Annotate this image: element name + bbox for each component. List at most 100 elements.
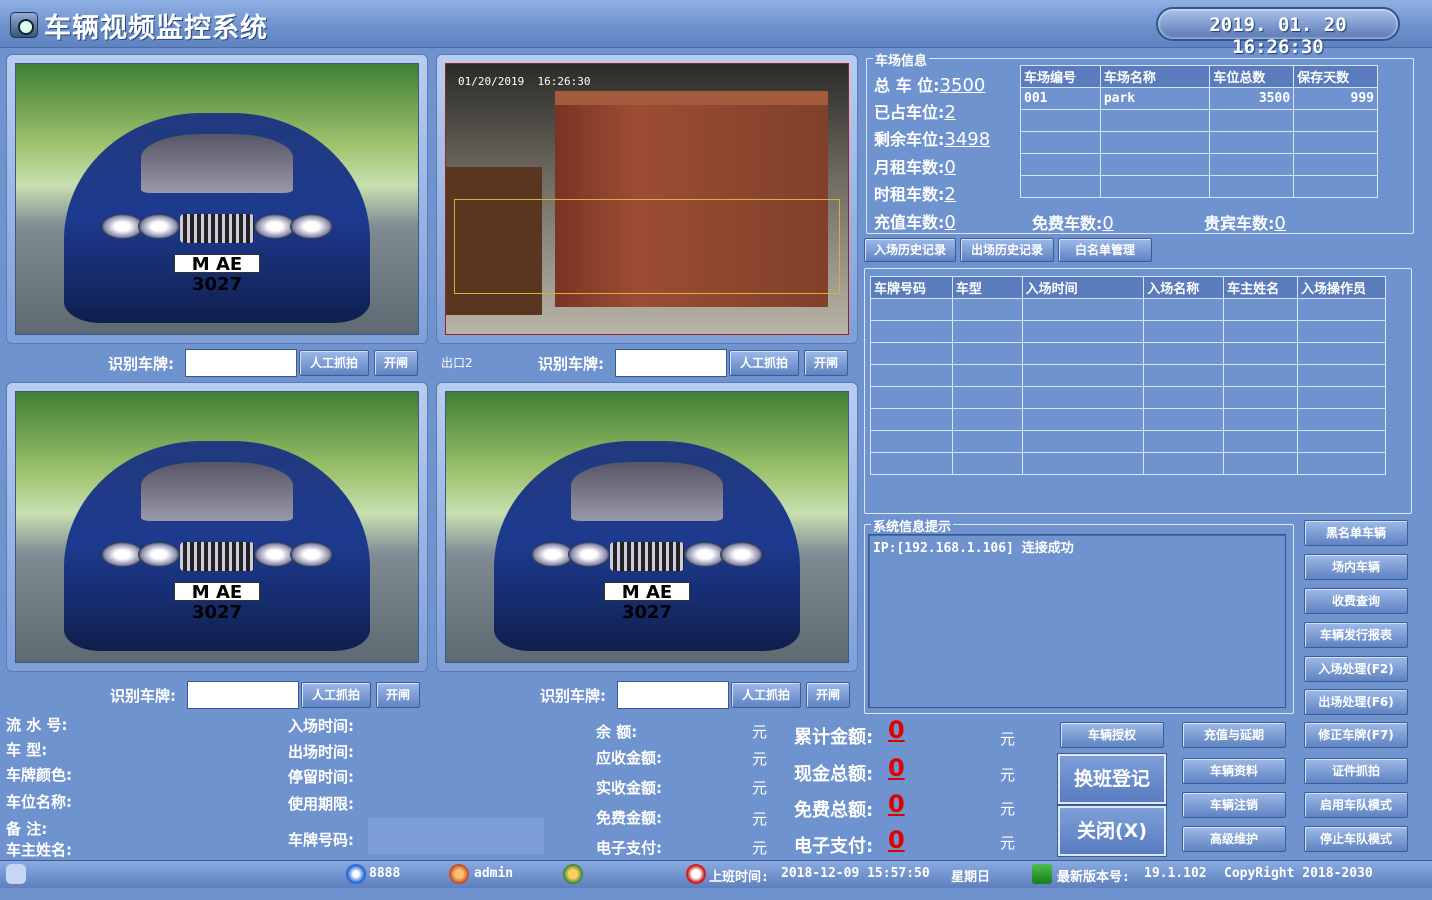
cash-total-unit: 元 [1000, 766, 1016, 784]
plate-color-label: 车牌颜色: [6, 766, 72, 784]
camera-video-1[interactable]: M AE 3027 [15, 63, 419, 335]
plate-input-3[interactable] [187, 681, 299, 709]
issue-report-button[interactable]: 车辆发行报表 [1304, 622, 1408, 648]
camera-panel-2[interactable]: 01/20/2019 16:26:30 [436, 54, 858, 344]
open-gate-button-2[interactable]: 开闸 [804, 350, 848, 376]
vehicle-type-label: 车 型: [6, 741, 48, 759]
plate-input-1[interactable] [185, 349, 297, 377]
camera-caption-2: 出口2 [441, 356, 473, 370]
total-amount-label: 累计金额: [794, 727, 874, 748]
camera-video-3[interactable]: M AE 3027 [15, 391, 419, 663]
received-label: 实收金额: [596, 779, 662, 797]
col-header[interactable]: 车场名称 [1099, 65, 1211, 88]
open-gate-button-3[interactable]: 开闸 [376, 682, 420, 708]
car-plate-text: M AE 3027 [174, 581, 260, 622]
stop-fleet-button[interactable]: 停止车队模式 [1304, 826, 1408, 852]
entry-time-label: 入场时间: [288, 717, 354, 735]
advanced-maint-button[interactable]: 高级维护 [1182, 826, 1286, 852]
table-row [1020, 109, 1378, 132]
camera-panel-4[interactable]: M AE 3027 [436, 382, 858, 672]
fee-query-button[interactable]: 收费查询 [1304, 588, 1408, 614]
monthly-count: 月租车数:0 [874, 157, 956, 178]
exit-process-button[interactable]: 出场处理(F6) [1304, 689, 1408, 715]
close-button[interactable]: 关闭(X) [1058, 806, 1166, 856]
plate-label-3: 识别车牌: [110, 687, 176, 705]
plate-label-2: 识别车牌: [538, 355, 604, 373]
tab-entry-history[interactable]: 入场历史记录 [864, 238, 956, 262]
id-capture-button[interactable]: 证件抓拍 [1304, 758, 1408, 784]
system-message-text: IP:[192.168.1.106] 连接成功 [873, 541, 1074, 556]
recharge-extend-button[interactable]: 充值与延期 [1182, 722, 1286, 748]
hourly-count: 时租车数:2 [874, 184, 956, 205]
manual-capture-button-2[interactable]: 人工抓拍 [729, 350, 799, 376]
table-row[interactable]: 001 park 3500 999 [1020, 87, 1378, 110]
system-message-title: 系统信息提示 [871, 516, 954, 535]
receivable-unit: 元 [752, 750, 768, 768]
col-header[interactable]: 入场名称 [1143, 276, 1225, 299]
shift-label: 上班时间: [709, 870, 769, 885]
system-message-box[interactable]: IP:[192.168.1.106] 连接成功 [868, 534, 1286, 708]
title-bar: 车辆视频监控系统 2019. 01. 20 16:26:30 [0, 0, 1432, 58]
manual-capture-button-1[interactable]: 人工抓拍 [299, 350, 369, 376]
enable-fleet-button[interactable]: 启用车队模式 [1304, 792, 1408, 818]
camera-video-4[interactable]: M AE 3027 [445, 391, 849, 663]
entry-process-button[interactable]: 入场处理(F2) [1304, 656, 1408, 682]
table-cell: 999 [1293, 87, 1378, 110]
entry-table[interactable]: 车牌号码 车型 入场时间 入场名称 车主姓名 入场操作员 [870, 276, 1386, 475]
free-total-value: 0 [888, 790, 905, 818]
tab-exit-history[interactable]: 出场历史记录 [960, 238, 1054, 262]
table-row [870, 342, 1386, 365]
camera-panel-3[interactable]: M AE 3027 [6, 382, 428, 672]
open-gate-button-1[interactable]: 开闸 [374, 350, 418, 376]
plate-number-label: 车牌号码: [288, 831, 354, 849]
table-row [870, 298, 1386, 321]
app-title: 车辆视频监控系统 [44, 13, 268, 44]
camera-video-2[interactable]: 01/20/2019 16:26:30 [445, 63, 849, 335]
car-image: M AE 3027 [64, 440, 370, 652]
owner-name-label: 车主姓名: [6, 841, 72, 859]
free-amount-label: 免费金额: [596, 809, 662, 827]
free-total-label: 免费总额: [794, 800, 874, 821]
lot-table[interactable]: 车场编号 车场名称 车位总数 保存天数 001 park 3500 999 [1020, 65, 1378, 198]
blacklist-button[interactable]: 黑名单车辆 [1304, 520, 1408, 546]
table-row [870, 430, 1386, 453]
vip-count: 贵宾车数:0 [1204, 213, 1286, 234]
tab-whitelist[interactable]: 白名单管理 [1058, 238, 1152, 262]
correct-plate-button[interactable]: 修正车牌(F7) [1304, 722, 1408, 748]
col-header[interactable]: 入场操作员 [1297, 276, 1386, 299]
occupied-spaces: 已占车位:2 [874, 102, 956, 123]
epay-total-label: 电子支付: [794, 836, 874, 857]
table-row [1020, 175, 1378, 198]
vehicle-auth-button[interactable]: 车辆授权 [1060, 722, 1164, 748]
version-number: 19.1.102 [1144, 866, 1207, 881]
plate-number-input[interactable] [368, 818, 544, 854]
col-header[interactable]: 车场编号 [1020, 65, 1101, 88]
stay-time-label: 停留时间: [288, 768, 354, 786]
remark-label: 备 注: [6, 820, 48, 838]
chat-icon[interactable] [6, 864, 26, 884]
shift-change-button[interactable]: 换班登记 [1058, 754, 1166, 804]
manual-capture-button-4[interactable]: 人工抓拍 [731, 682, 801, 708]
in-lot-vehicles-button[interactable]: 场内车辆 [1304, 554, 1408, 580]
col-header[interactable]: 保存天数 [1293, 65, 1378, 88]
plate-input-2[interactable] [615, 349, 727, 377]
col-header[interactable]: 车位总数 [1209, 65, 1295, 88]
col-header[interactable]: 车牌号码 [870, 276, 953, 299]
col-header[interactable]: 车主姓名 [1223, 276, 1299, 299]
plate-label-4: 识别车牌: [540, 687, 606, 705]
plate-input-4[interactable] [617, 681, 729, 709]
open-gate-button-4[interactable]: 开闸 [806, 682, 850, 708]
col-header[interactable]: 入场时间 [1021, 276, 1145, 299]
epay-total-value: 0 [888, 826, 905, 854]
vehicle-cancel-button[interactable]: 车辆注销 [1182, 792, 1286, 818]
table-row [1020, 131, 1378, 154]
epay-label: 电子支付: [596, 839, 662, 857]
vehicle-info-button[interactable]: 车辆资料 [1182, 758, 1286, 784]
version-label: 最新版本号: [1057, 870, 1130, 885]
exit-time-label: 出场时间: [288, 743, 354, 761]
col-header[interactable]: 车型 [951, 276, 1023, 299]
table-header-row: 车场编号 车场名称 车位总数 保存天数 [1020, 65, 1378, 88]
plate-label-1: 识别车牌: [108, 355, 174, 373]
camera-panel-1[interactable]: M AE 3027 [6, 54, 428, 344]
manual-capture-button-3[interactable]: 人工抓拍 [301, 682, 371, 708]
